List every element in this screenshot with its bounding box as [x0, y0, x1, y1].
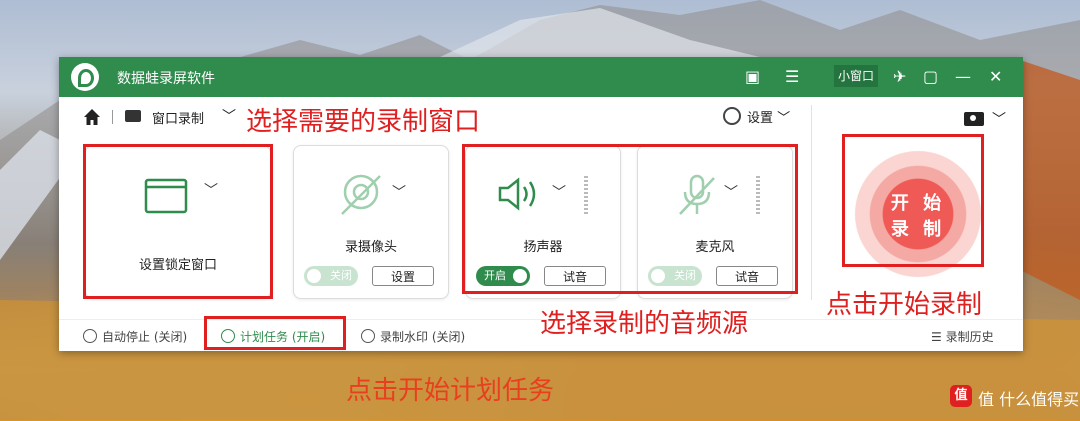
list-icon: ☰ — [931, 330, 946, 344]
annotation-select-window: 选择需要的录制窗口 — [246, 107, 481, 137]
camera-card[interactable]: ﹀ 录摄像头 关闭 设置 — [293, 145, 449, 299]
skin-icon[interactable]: ▢ — [923, 67, 938, 87]
watermark-button[interactable]: 录制水印 (关闭) — [361, 328, 465, 345]
record-mode-select[interactable]: 窗口录制 — [152, 108, 204, 127]
annotation-box-schedule — [204, 316, 346, 350]
close-icon[interactable]: ✕ — [989, 67, 1002, 87]
pin-icon[interactable]: ✈ — [893, 67, 906, 87]
settings-button[interactable]: 设置 ﹀ — [723, 107, 790, 126]
feedback-icon[interactable]: ▣ — [745, 67, 760, 87]
small-window-button[interactable]: 小窗口 — [834, 65, 879, 87]
chevron-down-icon[interactable]: ﹀ — [392, 182, 406, 202]
vertical-divider — [811, 105, 812, 300]
app-logo-icon — [71, 63, 99, 91]
settings-label: 设置 — [747, 111, 774, 126]
app-title: 数据蛙录屏软件 — [117, 71, 215, 87]
annotation-box-window — [83, 144, 273, 299]
toolbar-separator — [112, 110, 113, 124]
annotation-box-record — [842, 134, 984, 267]
annotation-select-audio: 选择录制的音频源 — [540, 309, 749, 339]
minimize-icon[interactable]: — — [955, 67, 971, 87]
auto-stop-button[interactable]: 自动停止 (关闭) — [83, 328, 187, 345]
menu-icon[interactable]: ☰ — [785, 67, 799, 87]
title-bar: 数据蛙录屏软件 ▣ ☰ 小窗口 ✈ ▢ — ✕ — [59, 57, 1023, 97]
annotation-click-start: 点击开始录制 — [826, 290, 983, 320]
gear-icon — [723, 107, 741, 125]
camera-toggle[interactable]: 关闭 — [304, 266, 358, 286]
camera-label: 录摄像头 — [344, 240, 397, 255]
clock-icon — [83, 329, 97, 343]
drop-icon — [361, 329, 375, 343]
annotation-click-schedule: 点击开始计划任务 — [346, 376, 555, 406]
watermark-text: 值 什么值得买 — [978, 390, 1080, 409]
chevron-down-icon[interactable]: ﹀ — [992, 109, 1006, 129]
history-button[interactable]: ☰ 录制历史 — [931, 328, 994, 345]
home-icon[interactable] — [83, 108, 101, 126]
chevron-down-icon[interactable]: ﹀ — [222, 106, 236, 126]
window-mode-icon — [125, 110, 141, 122]
annotation-box-audio — [462, 144, 798, 294]
camera-off-icon — [341, 174, 381, 215]
screenshot-camera-icon[interactable] — [964, 112, 984, 126]
watermark-logo-icon: 值 — [950, 385, 972, 407]
camera-settings-button[interactable]: 设置 — [372, 266, 434, 286]
